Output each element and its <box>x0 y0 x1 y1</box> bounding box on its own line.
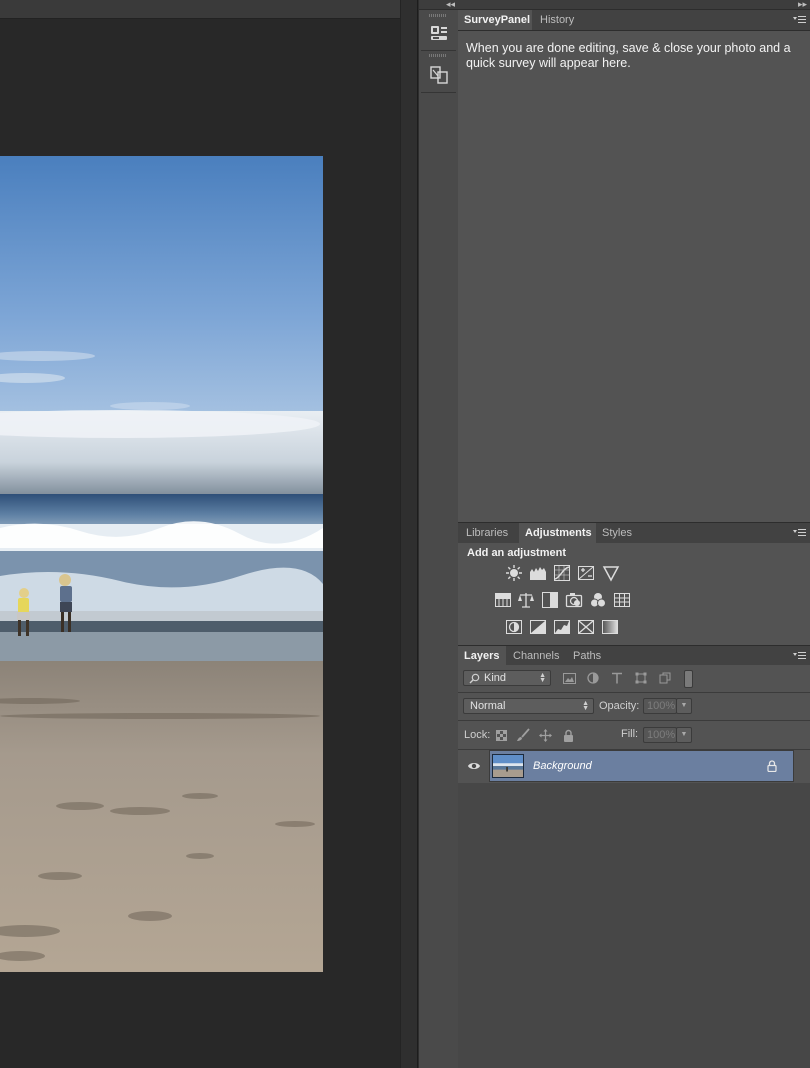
document-tab-bar <box>0 0 400 19</box>
fill-label: Fill: <box>621 728 639 740</box>
collapse-arrows-icon[interactable]: ◂◂ <box>446 0 455 9</box>
lock-row: Lock: Fill: 100% ▼ <box>458 721 810 750</box>
lock-label: Lock: <box>464 729 491 741</box>
color-lookup-icon[interactable] <box>613 591 631 609</box>
eye-icon <box>467 763 480 769</box>
layer-filter-row: Kind ▲ ▼ <box>458 665 810 693</box>
beach-photo[interactable] <box>0 156 323 972</box>
expand-arrows-icon[interactable]: ▸▸ <box>798 0 807 9</box>
updown-arrows-icon: ▲ ▼ <box>539 672 546 684</box>
curves-icon[interactable] <box>553 564 571 582</box>
document-canvas[interactable] <box>0 0 400 1068</box>
blend-mode-value: Normal <box>470 700 506 712</box>
opacity-label: Opacity: <box>599 700 640 712</box>
grip-icon[interactable] <box>429 14 447 17</box>
survey-tabbar: SurveyPanel History <box>458 9 810 31</box>
menu-arrow-icon <box>793 530 797 533</box>
opacity-value: 100% <box>647 700 676 712</box>
layer-visibility-toggle[interactable] <box>458 750 489 782</box>
properties-panel-button[interactable] <box>424 19 454 47</box>
layer-thumbnail <box>492 754 524 778</box>
tab-channels[interactable]: Channels <box>507 646 565 666</box>
search-icon <box>469 673 480 684</box>
layers-tabbar: Layers Channels Paths <box>458 645 810 667</box>
adjustment-layer-filter-icon[interactable] <box>585 670 601 686</box>
opacity-input[interactable]: 100% <box>643 698 677 714</box>
menu-lines-icon <box>798 652 806 659</box>
shape-layer-filter-icon[interactable] <box>633 670 649 686</box>
grip-icon[interactable] <box>429 54 447 57</box>
tab-styles[interactable]: Styles <box>596 523 638 543</box>
channel-mixer-icon[interactable] <box>589 591 607 609</box>
menu-lines-icon <box>798 529 806 536</box>
panel-menu-button[interactable] <box>793 650 806 660</box>
blend-mode-row: Normal ▲ ▼ Opacity: 100% ▼ <box>458 693 810 721</box>
properties-icon <box>431 26 447 40</box>
photo-filter-icon[interactable] <box>565 591 583 609</box>
blend-mode-select[interactable]: Normal ▲ ▼ <box>463 698 594 714</box>
layers-panel-body: Kind ▲ ▼ Normal ▲ ▼ Opacity: 100% ▼ Lock… <box>458 665 810 1068</box>
invert-icon[interactable] <box>505 618 523 636</box>
color-balance-icon[interactable] <box>517 591 535 609</box>
survey-message: When you are done editing, save & close … <box>466 41 791 70</box>
fill-value: 100% <box>647 729 676 741</box>
selective-color-icon[interactable] <box>577 618 595 636</box>
layer-name[interactable]: Background <box>533 760 592 772</box>
menu-arrow-icon <box>793 17 797 20</box>
dock-separator <box>421 92 456 93</box>
fill-dropdown-button[interactable]: ▼ <box>676 727 692 743</box>
posterize-icon[interactable] <box>529 618 547 636</box>
updown-arrows-icon: ▲ ▼ <box>582 700 589 712</box>
lock-icon[interactable] <box>767 760 777 772</box>
canvas-scroll-gutter[interactable] <box>400 0 418 1068</box>
menu-lines-icon <box>798 16 806 23</box>
hue-saturation-icon[interactable] <box>494 591 512 609</box>
dock-header: ◂◂ <box>419 0 458 10</box>
panel-dock: ▸▸ SurveyPanel History When you are done… <box>458 0 810 1068</box>
lock-transparent-pixels-icon[interactable] <box>493 727 509 743</box>
type-layer-filter-icon[interactable] <box>609 670 625 686</box>
opacity-dropdown-button[interactable]: ▼ <box>676 698 692 714</box>
fill-input[interactable]: 100% <box>643 727 677 743</box>
adjustments-tabbar: Libraries Adjustments Styles <box>458 522 810 544</box>
filter-toggle-switch[interactable] <box>684 670 693 688</box>
lock-all-icon[interactable] <box>560 727 576 743</box>
smart-object-filter-icon[interactable] <box>657 670 673 686</box>
tab-layers[interactable]: Layers <box>458 646 506 666</box>
vibrance-icon[interactable] <box>602 564 620 582</box>
clone-source-icon <box>430 66 448 84</box>
panel-menu-button[interactable] <box>793 527 806 537</box>
tab-paths[interactable]: Paths <box>567 646 607 666</box>
exposure-icon[interactable] <box>577 564 595 582</box>
layers-list-empty-area[interactable] <box>458 783 810 1068</box>
panel-menu-button[interactable] <box>793 14 806 24</box>
black-white-icon[interactable] <box>541 591 559 609</box>
pixel-layer-filter-icon[interactable] <box>561 670 577 686</box>
layer-kind-filter[interactable]: Kind ▲ ▼ <box>463 670 551 686</box>
gradient-map-icon[interactable] <box>601 618 619 636</box>
levels-icon[interactable] <box>529 564 547 582</box>
adjustments-panel-body: Add an adjustment <box>458 543 810 646</box>
lock-image-pixels-icon[interactable] <box>515 727 531 743</box>
survey-panel-body: When you are done editing, save & close … <box>458 31 810 522</box>
tab-adjustments[interactable]: Adjustments <box>519 523 596 543</box>
tab-history[interactable]: History <box>534 10 580 30</box>
brightness-contrast-icon[interactable] <box>505 564 523 582</box>
lock-position-icon[interactable] <box>537 727 553 743</box>
layer-row-background[interactable]: Background <box>489 750 794 782</box>
layer-kind-value: Kind <box>484 672 507 684</box>
tab-surveypanel[interactable]: SurveyPanel <box>458 10 532 30</box>
clone-source-panel-button[interactable] <box>424 61 454 89</box>
threshold-icon[interactable] <box>553 618 571 636</box>
adjustments-title: Add an adjustment <box>467 547 567 559</box>
collapsed-panel-dock: ◂◂ <box>418 0 459 1068</box>
menu-arrow-icon <box>793 653 797 656</box>
dock-separator <box>421 50 456 51</box>
tab-libraries[interactable]: Libraries <box>460 523 514 543</box>
